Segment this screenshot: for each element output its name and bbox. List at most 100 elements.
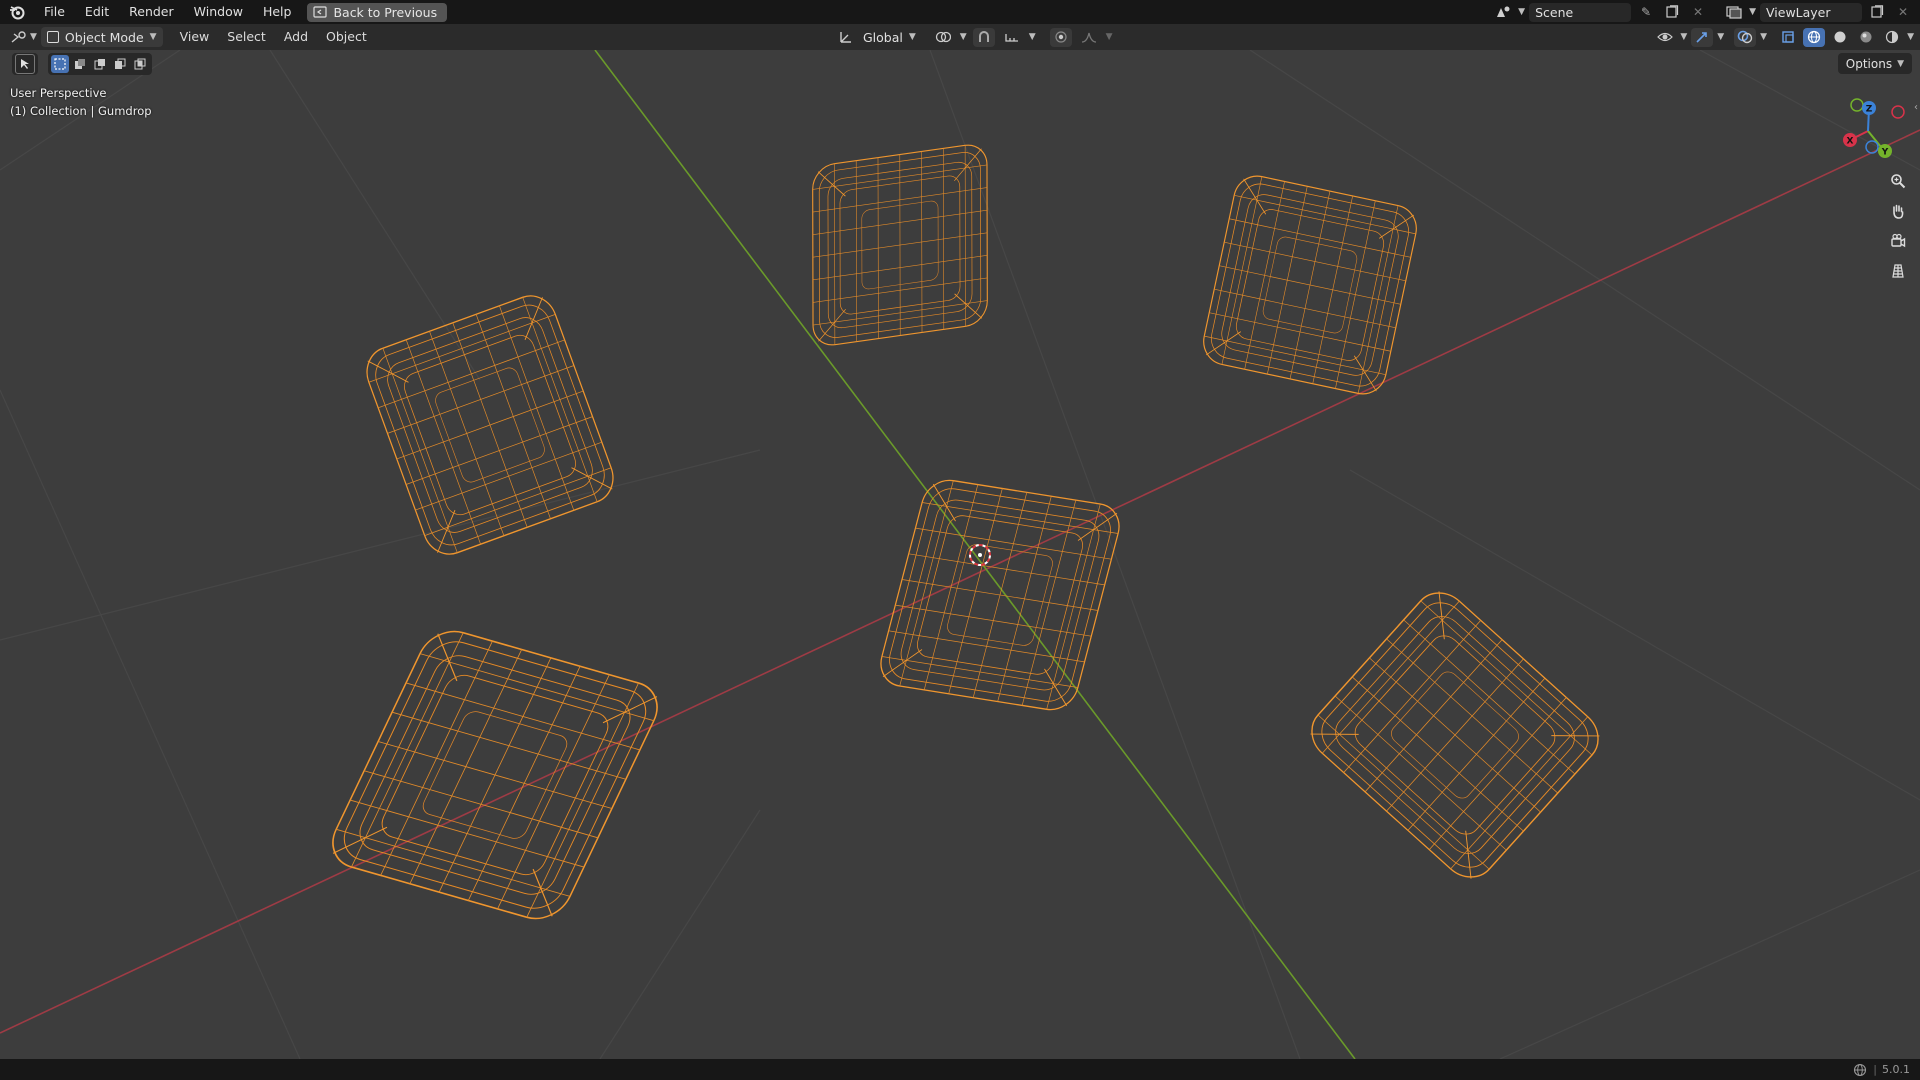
wireframe-shading-icon[interactable] xyxy=(1803,27,1826,47)
view-layer-icon[interactable] xyxy=(1723,3,1745,22)
menu-help[interactable]: Help xyxy=(253,0,302,24)
viewport-info-overlay: User Perspective (1) Collection | Gumdro… xyxy=(10,84,152,120)
select-difference-icon[interactable] xyxy=(111,55,129,73)
chevron-down-icon: ▼ xyxy=(1760,32,1768,42)
proportional-editing-icon[interactable] xyxy=(1049,27,1072,47)
chevron-down-icon: ▼ xyxy=(1518,7,1526,17)
chevron-down-icon: ▼ xyxy=(959,32,967,42)
chevron-down-icon: ▼ xyxy=(908,32,916,42)
gumdrop-mesh-3 xyxy=(1198,171,1422,399)
zoom-icon[interactable] xyxy=(1886,169,1910,193)
object-mode-label: Object Mode xyxy=(64,29,144,45)
select-new-icon[interactable] xyxy=(51,55,69,73)
rendered-shading-icon[interactable] xyxy=(1881,28,1903,47)
z-axis-label: Z xyxy=(1866,105,1873,115)
gumdrop-mesh-6 xyxy=(1300,581,1610,889)
negative-z-axis-icon[interactable] xyxy=(1865,140,1879,154)
menu-render[interactable]: Render xyxy=(119,0,184,24)
solid-shading-icon[interactable] xyxy=(1829,28,1851,47)
snap-toggle-icon[interactable] xyxy=(972,27,995,47)
perspective-label: User Perspective xyxy=(10,86,107,100)
select-intersect-icon[interactable] xyxy=(131,55,149,73)
new-scene-icon[interactable] xyxy=(1661,3,1683,22)
viewport-canvas[interactable] xyxy=(0,49,1920,1060)
pin-icon[interactable]: ✎ xyxy=(1635,3,1657,22)
network-globe-icon[interactable] xyxy=(1853,1063,1867,1077)
camera-view-icon[interactable] xyxy=(1886,229,1910,253)
visibility-icon[interactable] xyxy=(1654,28,1676,47)
viewport-header: ▼ Object Mode ▼ View Select Add Object G… xyxy=(0,24,1920,50)
back-to-previous-button[interactable]: Back to Previous xyxy=(307,2,448,22)
selection-mode-group xyxy=(48,53,152,75)
collection-label: (1) Collection | Gumdrop xyxy=(10,104,152,118)
select-subtract-icon[interactable] xyxy=(91,55,109,73)
tool-settings-row xyxy=(12,53,152,75)
chevron-down-icon: ▼ xyxy=(1749,7,1756,17)
top-bar: File Edit Render Window Help Back to Pre… xyxy=(0,0,1920,24)
close-scene-icon[interactable]: ✕ xyxy=(1687,3,1709,22)
gumdrop-mesh-5 xyxy=(874,476,1126,714)
falloff-curve-icon[interactable] xyxy=(1078,28,1100,47)
new-view-layer-icon[interactable] xyxy=(1866,3,1888,22)
pivot-point-icon[interactable] xyxy=(932,28,954,47)
3d-viewport[interactable] xyxy=(0,49,1920,1060)
negative-y-axis-icon[interactable] xyxy=(1850,98,1864,112)
close-view-layer-icon[interactable]: ✕ xyxy=(1892,3,1914,22)
menu-object[interactable]: Object xyxy=(317,24,376,50)
scene-name-label: Scene xyxy=(1535,4,1574,20)
back-to-previous-label: Back to Previous xyxy=(333,4,438,20)
perspective-toggle-icon[interactable] xyxy=(1886,259,1910,283)
menu-window[interactable]: Window xyxy=(184,0,253,24)
menu-edit[interactable]: Edit xyxy=(75,0,119,24)
menu-view[interactable]: View xyxy=(171,24,219,50)
gumdrop-mesh-2 xyxy=(812,141,988,349)
status-bar: | 5.0.1 xyxy=(0,1059,1920,1080)
chevron-down-icon: ▼ xyxy=(1717,32,1725,42)
pan-hand-icon[interactable] xyxy=(1886,199,1910,223)
gumdrop-mesh-4 xyxy=(321,623,669,927)
blender-version-label: 5.0.1 xyxy=(1882,1063,1910,1076)
chevron-down-icon: ▼ xyxy=(1028,32,1036,42)
chevron-down-icon: ▼ xyxy=(30,32,37,42)
object-mode-icon xyxy=(46,31,59,43)
select-extend-icon[interactable] xyxy=(71,55,89,73)
editor-type-icon[interactable] xyxy=(8,28,30,47)
transform-orientation-icon[interactable] xyxy=(835,28,857,47)
scene-selector-icon[interactable] xyxy=(1492,3,1514,22)
topbar-right-group: ▼ Scene ✎ ✕ ▼ ViewLayer ✕ xyxy=(1492,0,1920,24)
transform-orientation-label[interactable]: Global xyxy=(863,30,903,45)
y-axis-label: Y xyxy=(1881,148,1889,158)
object-mode-dropdown[interactable]: Object Mode ▼ xyxy=(40,27,163,47)
status-separator: | xyxy=(1873,1063,1877,1076)
chevron-down-icon: ▼ xyxy=(1680,32,1688,42)
y-axis-line xyxy=(594,49,1356,1060)
view-layer-label: ViewLayer xyxy=(1766,4,1831,20)
snap-target-icon[interactable] xyxy=(1001,28,1023,47)
chevron-down-icon: ▼ xyxy=(1897,58,1904,69)
view-layer-field[interactable]: ViewLayer xyxy=(1760,2,1862,22)
material-preview-icon[interactable] xyxy=(1855,28,1877,47)
viewport-shading-tools: ▼ ▼ ▼ ▼ xyxy=(1654,24,1914,50)
chevron-down-icon: ▼ xyxy=(1105,32,1113,42)
xray-toggle-icon[interactable] xyxy=(1777,28,1799,47)
menu-select[interactable]: Select xyxy=(218,24,275,50)
active-tool-group xyxy=(12,53,38,75)
screen-back-icon xyxy=(313,6,328,18)
menu-add[interactable]: Add xyxy=(275,24,317,50)
gumdrop-mesh-1 xyxy=(358,288,622,562)
chevron-down-icon: ▼ xyxy=(149,32,157,42)
options-label: Options xyxy=(1845,56,1893,71)
x-axis-label: X xyxy=(1847,137,1854,147)
overlays-toggle-icon[interactable] xyxy=(1734,27,1757,47)
chevron-down-icon: ▼ xyxy=(1907,32,1914,42)
gizmo-toggle-icon[interactable] xyxy=(1691,27,1714,47)
select-tool-icon[interactable] xyxy=(15,54,35,74)
scene-name-field[interactable]: Scene xyxy=(1529,2,1632,22)
blender-logo-icon[interactable] xyxy=(0,0,34,24)
negative-x-axis-icon[interactable] xyxy=(1891,105,1905,119)
transform-tools: Global ▼ ▼ ▼ ▼ xyxy=(835,24,1113,50)
menu-file[interactable]: File xyxy=(34,0,75,24)
sidebar-toggle-icon[interactable]: ‹ xyxy=(1914,102,1918,113)
options-dropdown[interactable]: Options ▼ xyxy=(1837,53,1912,74)
navigation-gizmo[interactable]: Z X Y xyxy=(1835,96,1905,166)
